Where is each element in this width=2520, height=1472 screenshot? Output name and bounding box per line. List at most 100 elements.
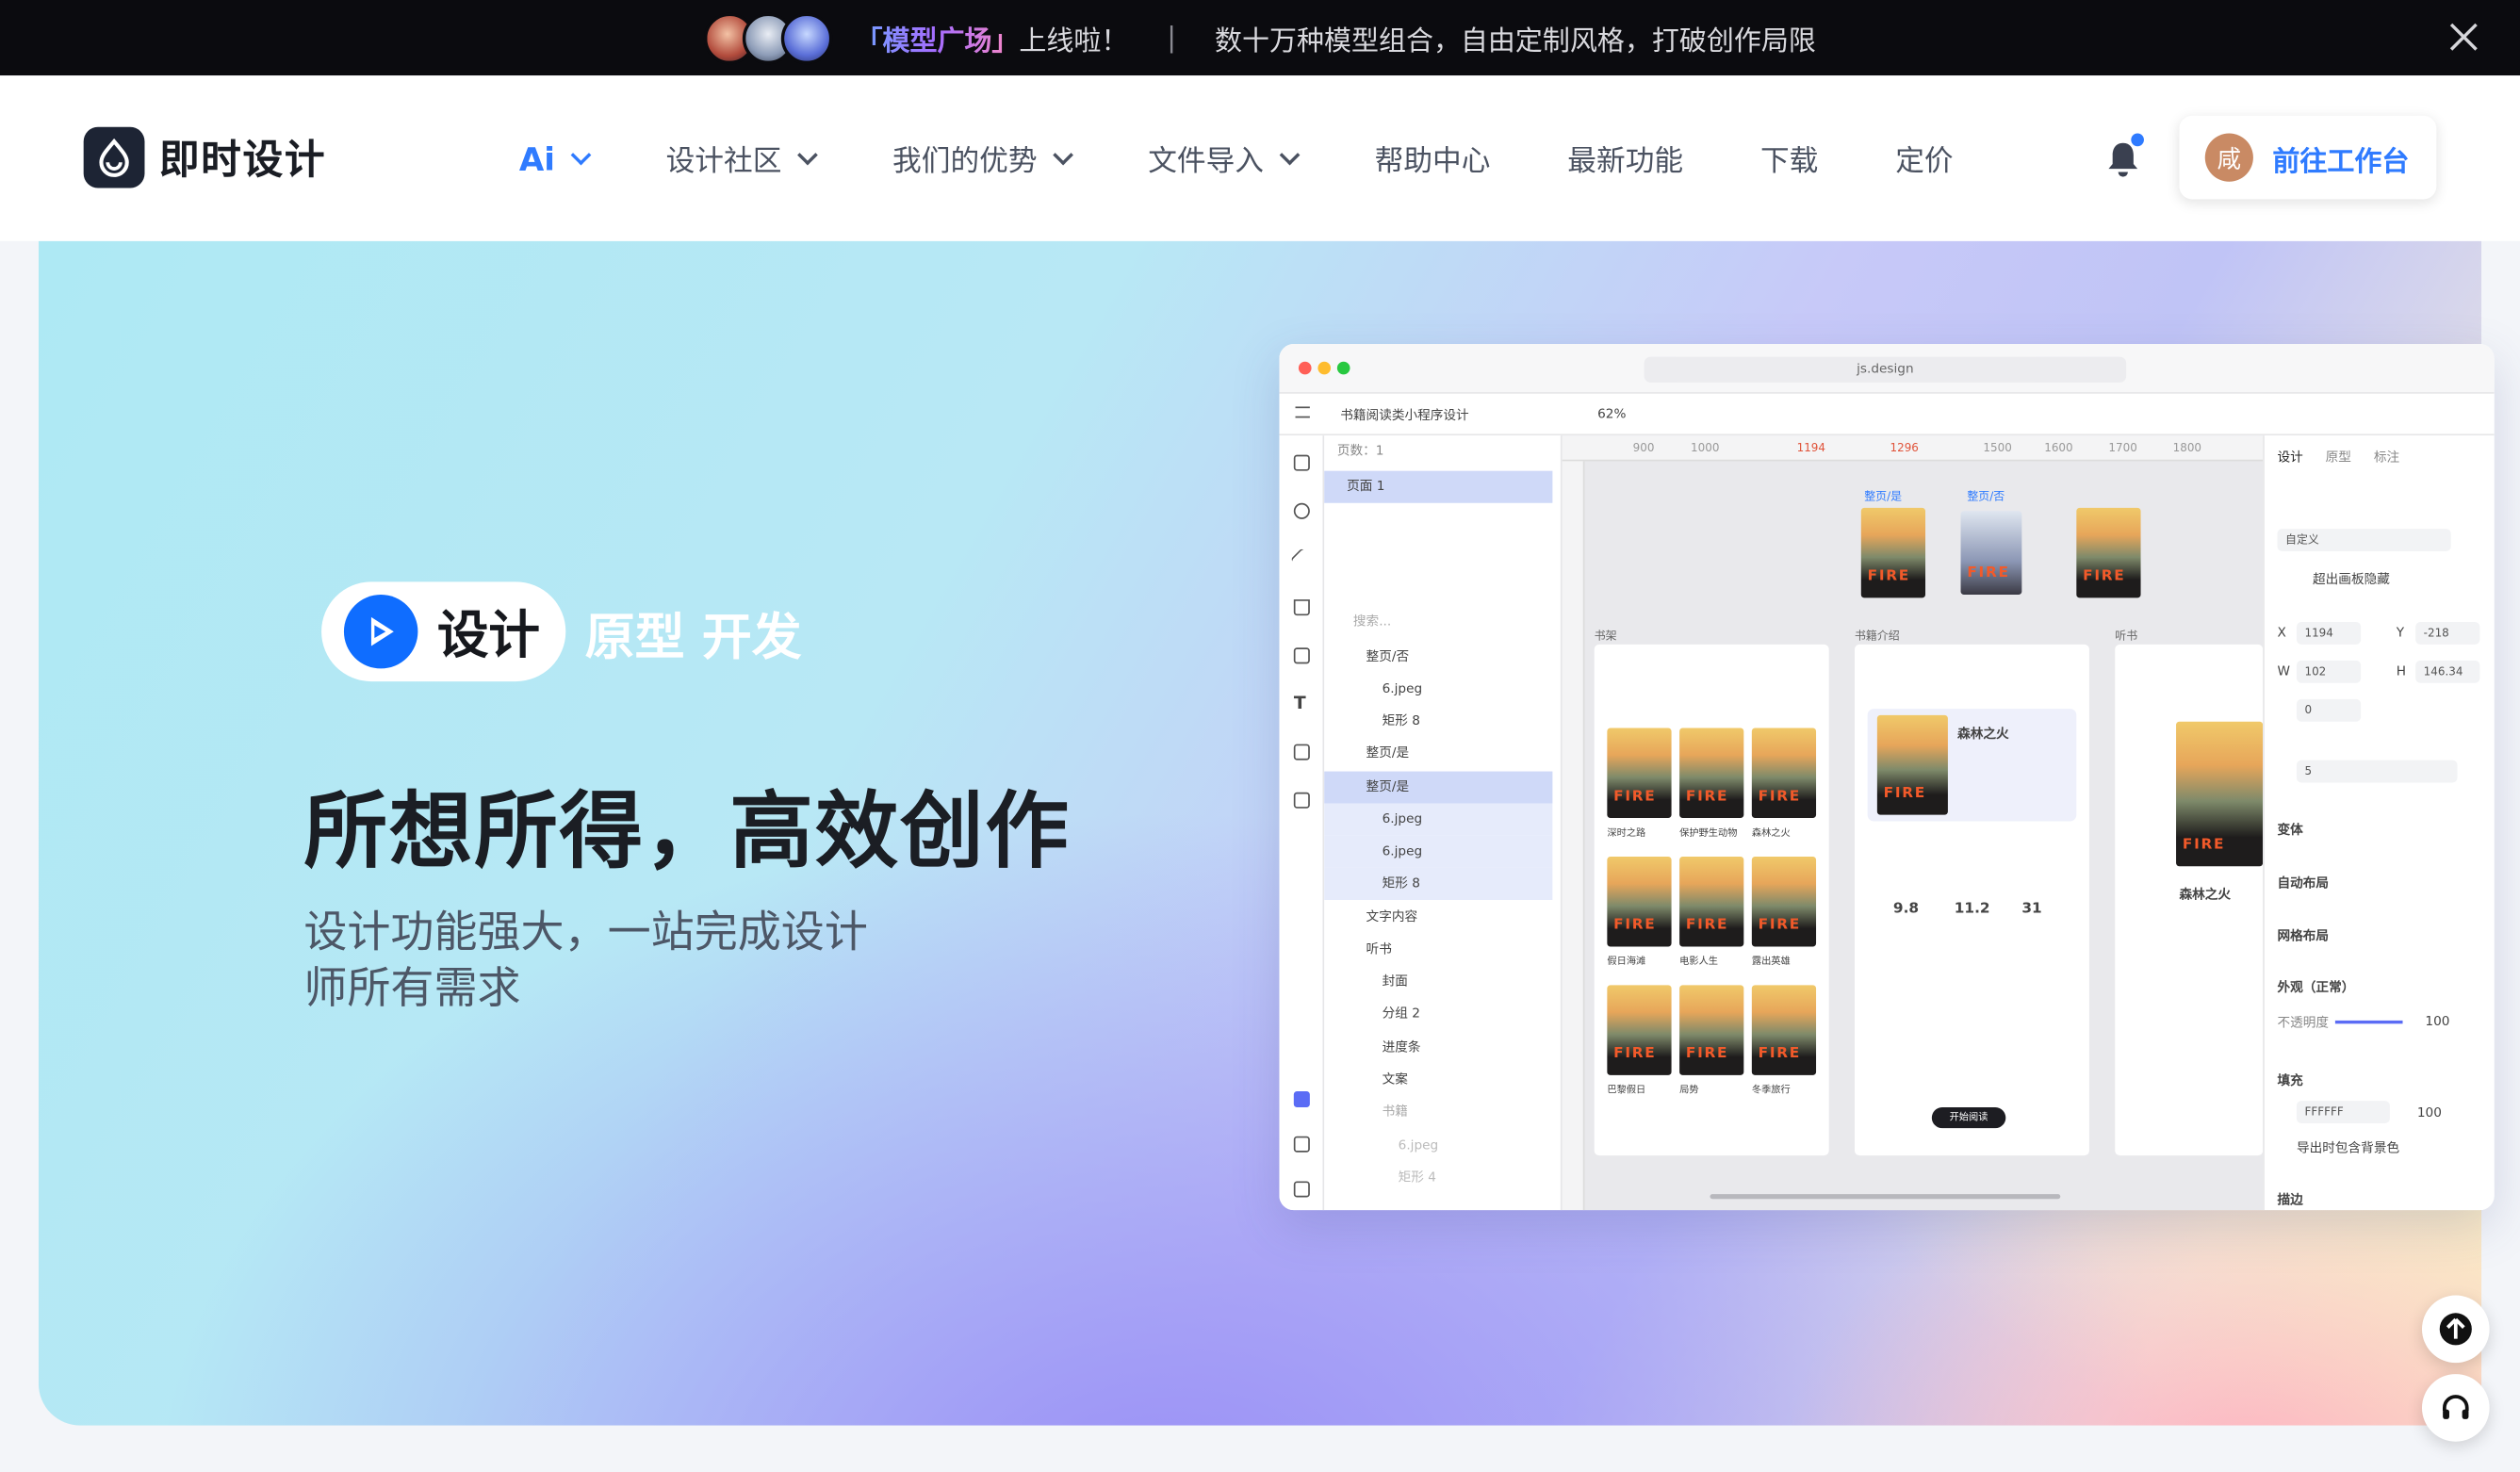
nav-item-help[interactable]: 帮助中心: [1375, 138, 1491, 179]
horizontal-ruler: 900 1000 1194 1296 1500 1600 1700 1800: [1562, 435, 2264, 462]
frame-tool-icon: [1293, 454, 1310, 471]
clip-content-label: 超出画板隐藏: [2313, 572, 2390, 587]
ruler-tick: 1800: [2172, 441, 2202, 455]
arrow-up-icon: [2439, 1313, 2472, 1346]
radius-field: 5: [2296, 760, 2458, 783]
phone-frame-bookshelf: 深时之路 保护野生动物 森林之火 假日海滩 电影人生 露出英雄 巴黎假日 局势 …: [1594, 644, 1829, 1156]
frame-label: 书籍介绍: [1854, 630, 1900, 644]
layers-icon: [1293, 1090, 1310, 1107]
rotation-field: 0: [2296, 698, 2362, 722]
fill-hex-field: FFFFFF: [2296, 1101, 2390, 1124]
book-cover: [1751, 856, 1817, 947]
bell-icon[interactable]: [2105, 133, 2144, 178]
variant-label: 整页/否: [1967, 490, 2005, 503]
promo-launch: 上线啦！: [1019, 25, 1129, 58]
pages-label: 页数：1: [1336, 443, 1384, 459]
notification-dot: [2131, 133, 2144, 147]
line-tool-icon: [1290, 548, 1314, 571]
book-cover: [1960, 511, 2022, 595]
nav-label: 文件导入: [1148, 143, 1264, 178]
triangle-tool-icon: [1293, 599, 1310, 616]
x-field: 1194: [2296, 621, 2362, 645]
book-cover: [1876, 714, 1948, 815]
book-cover: [1679, 856, 1744, 947]
opacity-slider: [2334, 1020, 2403, 1024]
book-cover: [2176, 721, 2264, 867]
maximize-dot: [1336, 361, 1350, 375]
nav-item-new-features[interactable]: 最新功能: [1567, 138, 1683, 179]
book-cover: [1751, 985, 1817, 1075]
nav-label: 定价: [1895, 143, 1954, 178]
book-title: 巴黎假日: [1607, 1085, 1646, 1097]
layer-item: 进度条: [1382, 1039, 1421, 1055]
height-field: 146.34: [2415, 660, 2480, 683]
section-stroke: 描边: [2277, 1192, 2303, 1207]
layer-item: 矩形 8: [1324, 867, 1553, 901]
nav-item-community[interactable]: 设计社区: [666, 138, 819, 179]
avatar: 咸: [2204, 133, 2253, 182]
nav-item-import[interactable]: 文件导入: [1148, 138, 1301, 179]
export-bg-label: 导出时包含背景色: [2296, 1140, 2400, 1156]
section-variant: 变体: [2277, 823, 2303, 838]
section-auto-layout: 自动布局: [2277, 875, 2330, 891]
search-input: 搜索...: [1352, 613, 1392, 629]
layer-item: 矩形 8: [1382, 713, 1420, 728]
tab-prototype-props: 原型: [2325, 450, 2351, 465]
logo-icon: [83, 126, 145, 188]
go-workspace-button[interactable]: 咸 前往工作台: [2179, 115, 2437, 200]
text-tool-icon: T: [1293, 693, 1306, 714]
layer-item: 整页/否: [1366, 648, 1410, 664]
nav-item-ai[interactable]: Ai: [519, 139, 592, 177]
promo-banner[interactable]: 「模型广场」 上线啦！ | 数十万种模型组合，自由定制风格，打破创作局限: [0, 0, 2520, 76]
properties-panel: 设计 原型 标注 自定义 超出画板隐藏 X 1194 Y -218 W 102 …: [2263, 435, 2495, 1211]
tab-prototype-dev[interactable]: 原型 开发: [585, 596, 802, 668]
book-title: 假日海滩: [1607, 956, 1646, 968]
layer-item: 6.jpeg: [1324, 835, 1553, 868]
nav-label: 下载: [1759, 143, 1819, 178]
layer-item: 分组 2: [1382, 1006, 1420, 1021]
book-title: 冬季旅行: [1751, 1085, 1791, 1097]
brand-logo[interactable]: 即时设计: [83, 126, 327, 188]
promo-separator: |: [1167, 22, 1177, 55]
book-cover: [1607, 728, 1672, 819]
layer-item: 6.jpeg: [1382, 681, 1423, 696]
close-icon[interactable]: [2443, 16, 2484, 57]
editor-toolbar: 书籍阅读类小程序设计 62%: [1279, 393, 2495, 436]
nav-item-download[interactable]: 下载: [1760, 138, 1818, 179]
layer-item: 6.jpeg: [1324, 803, 1553, 836]
tool-bar: T: [1279, 435, 1325, 1211]
book-title: 局势: [1679, 1085, 1699, 1097]
back-to-top-button[interactable]: [2421, 1295, 2490, 1364]
main-menu: Ai 设计社区 我们的优势 文件导入 帮助中心 最新功能 下载 定价: [519, 75, 2031, 241]
zoom-level: 62%: [1597, 406, 1627, 421]
layer-item: 整页/是: [1324, 771, 1553, 804]
promo-message: 数十万种模型组合，自由定制风格，打破创作局限: [1215, 25, 1816, 58]
menu-icon: [1295, 406, 1310, 418]
phone-frame-detail: 森林之火 9.8 11.2 31 开始阅读: [1854, 644, 2089, 1156]
audio-title: 森林之火: [2179, 887, 2232, 902]
nav-item-advantages[interactable]: 我们的优势: [892, 138, 1074, 179]
section-grid-layout: 网格布局: [2277, 928, 2330, 944]
nav-label: 我们的优势: [892, 143, 1038, 178]
book-title: 森林之火: [1751, 827, 1791, 840]
book-cover: [1679, 985, 1744, 1075]
product-tabs: 设计 原型 开发: [321, 581, 802, 682]
chevron-down-icon: [1053, 143, 1074, 165]
customer-service-button[interactable]: [2421, 1374, 2490, 1442]
book-title: 电影人生: [1679, 956, 1719, 968]
section-fill: 填充: [2277, 1073, 2303, 1088]
ellipse-tool-icon: [1293, 502, 1310, 519]
ruler-tick: 1194: [1796, 441, 1825, 455]
nav-label: 帮助中心: [1374, 143, 1491, 178]
layer-item: 书籍: [1382, 1104, 1408, 1119]
pen-tool-icon: [1293, 647, 1310, 664]
avatar: [781, 11, 833, 64]
nav-item-pricing[interactable]: 定价: [1895, 138, 1953, 179]
layer-item: 听书: [1366, 941, 1392, 957]
layer-item: 文字内容: [1366, 909, 1418, 924]
page-item: 页面 1: [1324, 470, 1553, 503]
file-name: 书籍阅读类小程序设计: [1340, 408, 1469, 423]
layer-item: 封面: [1382, 973, 1408, 989]
detail-words: 31: [2021, 901, 2042, 918]
tab-design[interactable]: 设计: [321, 581, 566, 682]
